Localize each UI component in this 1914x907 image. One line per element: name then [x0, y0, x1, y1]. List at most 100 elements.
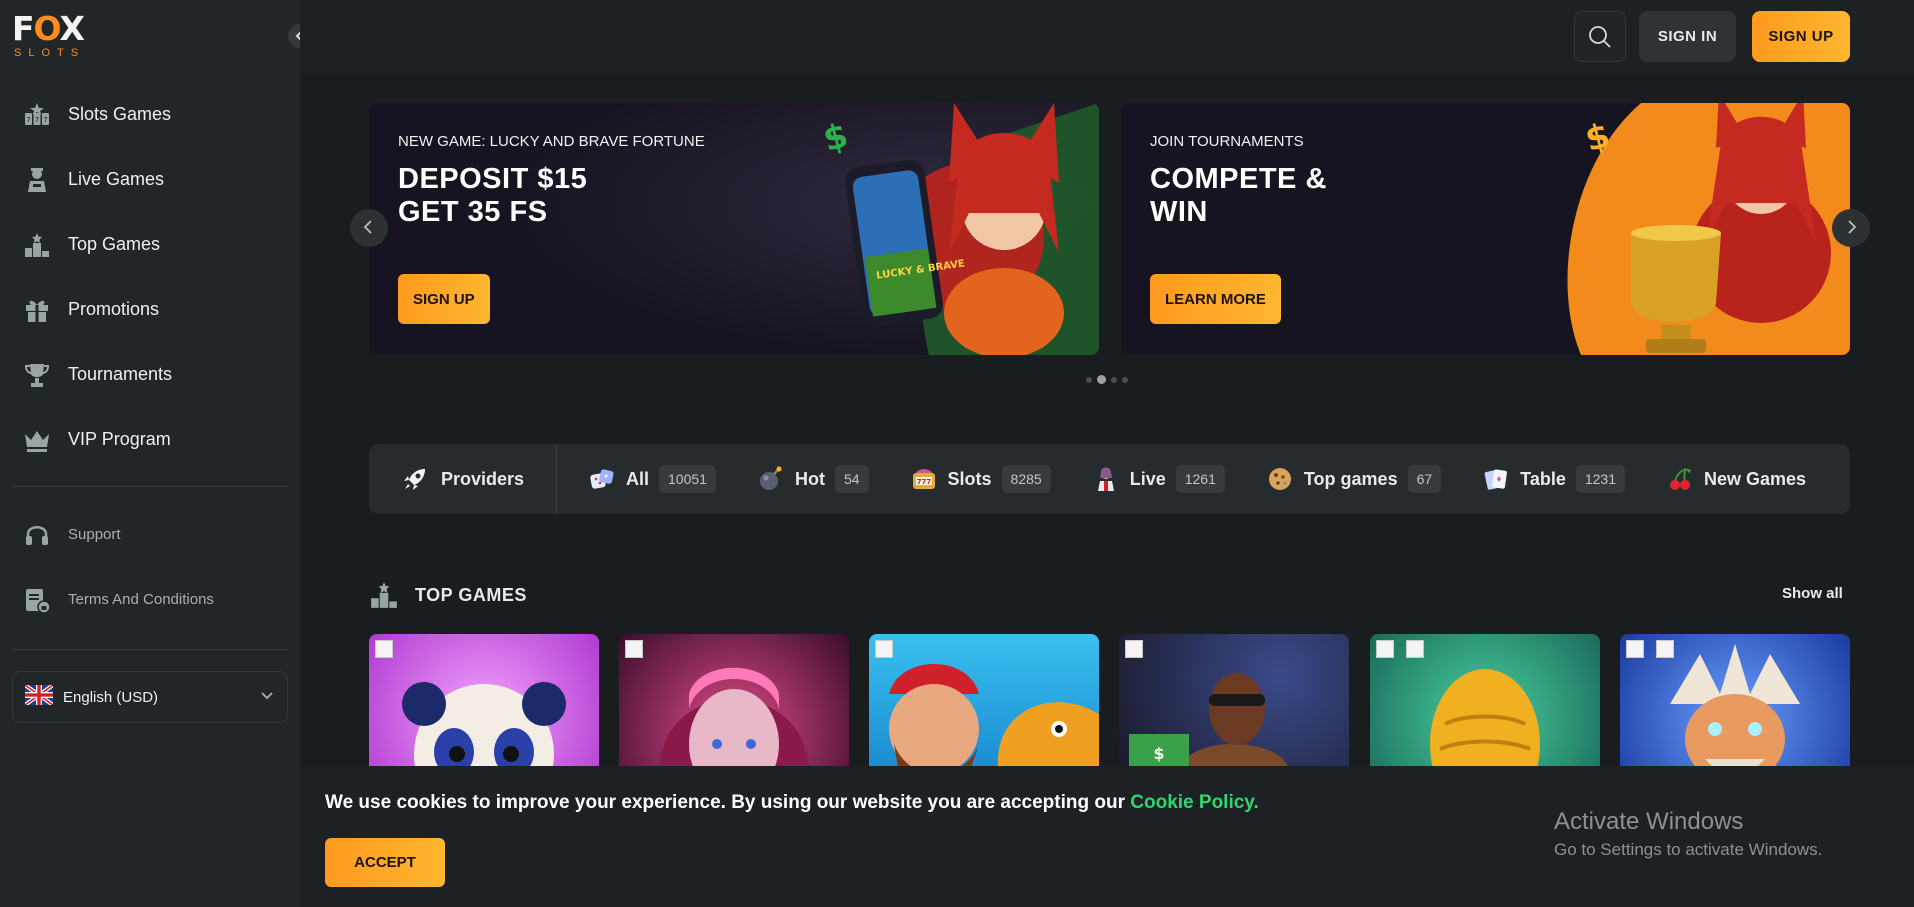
gift-icon — [22, 295, 52, 325]
slot-machine-icon: 777 — [909, 464, 939, 494]
search-icon — [1589, 25, 1611, 48]
game-tile[interactable] — [1370, 634, 1600, 774]
category-list: All 10051 Hot 54 777 Slots 8285 Live 126… — [587, 444, 1850, 514]
game-tile[interactable]: $ — [1119, 634, 1349, 774]
windows-activation-subtitle: Go to Settings to activate Windows. — [1554, 840, 1823, 859]
windows-activation-title: Activate Windows — [1554, 808, 1744, 835]
category-count-badge: 1261 — [1175, 465, 1225, 493]
category-all[interactable]: All 10051 — [587, 464, 716, 494]
promo-banner-tournaments[interactable]: $ JOIN TOURNAMENTS COMPETE & WIN LEARN M… — [1121, 103, 1850, 355]
dealer-icon — [1091, 464, 1121, 494]
sidebar-item-support[interactable]: Support — [0, 502, 300, 567]
category-hot[interactable]: Hot 54 — [756, 464, 869, 494]
carousel-prev-button[interactable] — [350, 209, 388, 247]
game-thumbnail — [1670, 644, 1800, 774]
sidebar-item-live-games[interactable]: Live Games — [0, 147, 300, 212]
carousel-dot[interactable] — [1122, 376, 1128, 383]
category-table[interactable]: Table 1231 — [1481, 464, 1625, 494]
game-tile[interactable] — [869, 634, 1099, 774]
headset-icon — [22, 520, 52, 550]
category-count-badge: 67 — [1407, 465, 1442, 493]
sidebar-item-slots-games[interactable]: 777 Slots Games — [0, 82, 300, 147]
section-title: TOP GAMES — [415, 584, 527, 605]
sidebar-item-tournaments[interactable]: Tournaments — [0, 342, 300, 407]
banner-sign-up-button[interactable]: SIGN UP — [398, 274, 490, 324]
svg-text:7: 7 — [35, 116, 39, 124]
sidebar-item-label: Support — [68, 526, 121, 543]
rocket-icon — [404, 469, 425, 490]
sidebar-item-label: Live Games — [68, 169, 165, 189]
banner-headline: COMPETE & WIN — [1150, 163, 1327, 228]
category-count-badge: 10051 — [659, 465, 716, 493]
svg-text:777: 777 — [916, 478, 931, 486]
podium-icon — [371, 582, 397, 608]
category-count-badge: 1231 — [1575, 465, 1625, 493]
dealer-icon — [22, 165, 52, 195]
bomb-icon — [756, 464, 786, 494]
game-thumbnail — [889, 664, 1099, 774]
sidebar-divider — [12, 649, 288, 650]
fox-slots-logo[interactable]: FOX SLOTS — [12, 12, 88, 60]
carousel-dot[interactable] — [1111, 376, 1117, 383]
sign-in-button[interactable]: SIGN IN — [1639, 11, 1736, 62]
category-new-games[interactable]: New Games — [1665, 464, 1816, 494]
show-all-link[interactable]: Show all — [1782, 585, 1843, 602]
cookie-banner: We use cookies to improve your experienc… — [300, 766, 1914, 907]
language-label: English (USD) — [63, 688, 159, 706]
trophy-icon — [22, 360, 52, 390]
carousel-dot[interactable] — [1086, 376, 1092, 383]
game-tile[interactable] — [1620, 634, 1850, 774]
sidebar-item-top-games[interactable]: Top Games — [0, 212, 300, 277]
carousel-dot-active[interactable] — [1097, 375, 1106, 384]
top-games-heading: TOP GAMES — [369, 580, 527, 610]
category-live[interactable]: Live 1261 — [1091, 464, 1225, 494]
crown-icon — [22, 425, 52, 455]
sidebar-item-vip-program[interactable]: VIP Program — [0, 407, 300, 472]
sign-up-button[interactable]: SIGN UP — [1752, 11, 1850, 62]
cookie-policy-link[interactable]: Cookie Policy. — [1130, 792, 1258, 813]
providers-label: Providers — [441, 468, 525, 489]
sidebar-secondary-nav: Support Terms And Conditions — [0, 502, 300, 632]
category-label: Hot — [794, 468, 825, 489]
chevron-down-icon — [259, 687, 275, 708]
sidebar-item-label: Top Games — [68, 234, 161, 254]
document-lock-icon — [22, 585, 52, 615]
broken-image-icon — [1656, 640, 1674, 658]
sidebar-divider — [12, 486, 288, 487]
search-button[interactable] — [1574, 11, 1626, 62]
category-slots[interactable]: 777 Slots 8285 — [909, 464, 1051, 494]
svg-text:7: 7 — [26, 116, 30, 124]
banner-eyebrow: JOIN TOURNAMENTS — [1150, 133, 1304, 150]
carousel-next-button[interactable] — [1832, 209, 1870, 247]
sidebar-item-label: Terms And Conditions — [68, 591, 214, 608]
cookie-message: We use cookies to improve your experienc… — [325, 792, 1259, 813]
carousel-pagination — [1086, 375, 1128, 384]
uk-flag-icon — [23, 682, 55, 710]
sidebar-item-label: Tournaments — [68, 364, 173, 384]
sidebar-item-promotions[interactable]: Promotions — [0, 277, 300, 342]
category-top-games[interactable]: Top games 67 — [1265, 464, 1442, 494]
language-selector[interactable]: English (USD) — [12, 671, 288, 723]
cookie-icon — [1265, 464, 1295, 494]
game-tile[interactable] — [619, 634, 849, 774]
category-label: New Games — [1704, 468, 1807, 489]
podium-icon — [22, 230, 52, 260]
broken-image-icon — [875, 640, 893, 658]
sidebar-item-terms[interactable]: Terms And Conditions — [0, 567, 300, 632]
accept-cookies-button[interactable]: ACCEPT — [325, 838, 445, 887]
promo-banner-deposit[interactable]: LUCKY & BRAVE $ NEW GAME: LUCKY AND BRAV… — [369, 103, 1099, 355]
cherries-icon — [1665, 464, 1695, 494]
broken-image-icon — [375, 640, 393, 658]
slots-icon: 777 — [22, 100, 52, 130]
banner-headline: DEPOSIT $15 GET 35 FS — [398, 163, 588, 228]
broken-image-icon — [625, 640, 643, 658]
banner-learn-more-button[interactable]: LEARN MORE — [1150, 274, 1281, 324]
cards-icon — [1481, 464, 1511, 494]
sidebar-nav: 777 Slots Games Live Games Top Games Pro… — [0, 82, 300, 472]
game-tile[interactable] — [369, 634, 599, 774]
broken-image-icon — [1125, 640, 1143, 658]
banner-eyebrow: NEW GAME: LUCKY AND BRAVE FORTUNE — [398, 133, 705, 150]
sidebar-item-label: VIP Program — [68, 429, 171, 449]
providers-button[interactable]: Providers — [369, 444, 557, 514]
game-thumbnail — [1430, 669, 1540, 774]
